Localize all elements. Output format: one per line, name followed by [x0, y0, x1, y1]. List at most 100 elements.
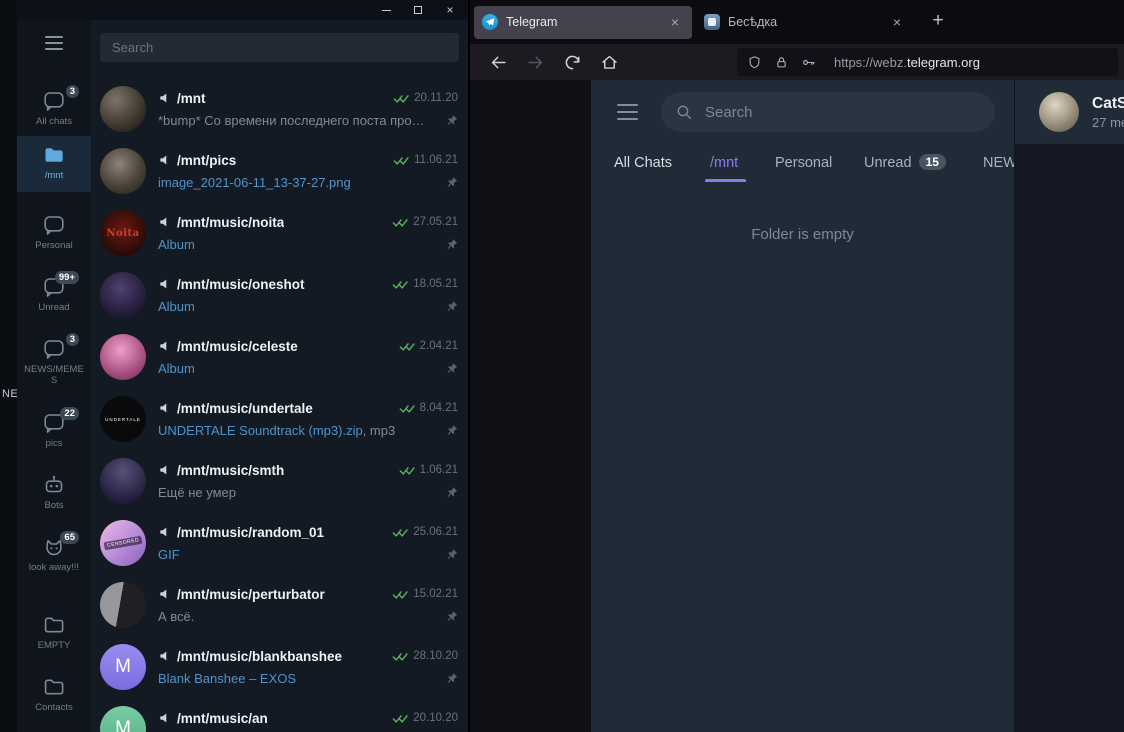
folder-outline-icon	[42, 675, 66, 699]
tab-close-icon[interactable]: ×	[666, 14, 684, 30]
web-tab-label: Unread	[864, 155, 912, 171]
unread-badge: 3	[66, 85, 79, 98]
channel-megaphone-icon	[158, 215, 172, 229]
browser-tab-besedka[interactable]: Бесѣдка ×	[696, 6, 914, 39]
pinned-icon	[445, 238, 458, 251]
pinned-icon	[445, 362, 458, 375]
telegram-favicon-icon	[482, 14, 498, 30]
chat-date: 18.05.21	[413, 278, 458, 290]
folder-tab-empty[interactable]: EMPTY	[17, 606, 91, 654]
tracking-shield-icon[interactable]	[747, 55, 762, 70]
folder-tab-all-chats[interactable]: 3 All chats	[17, 82, 91, 132]
chat-list-item[interactable]: /mnt/pics11.06.21 image_2021-06-11_13-37…	[91, 140, 468, 202]
minimize-button[interactable]	[378, 0, 394, 20]
folder-tab-pics[interactable]: 22 pics	[17, 404, 91, 452]
chat-list-item[interactable]: CENSORED /mnt/music/random_0125.06.21 GI…	[91, 512, 468, 574]
browser-tab-strip: Telegram × Бесѣдка × +	[470, 0, 1124, 44]
web-search-bar[interactable]	[661, 92, 995, 132]
folder-tab-mnt[interactable]: /mnt	[17, 136, 91, 192]
chat-list-item[interactable]: /mnt20.11.20 *bump* Со времени последнег…	[91, 78, 468, 140]
back-button[interactable]	[489, 53, 508, 72]
tab-close-icon[interactable]: ×	[888, 14, 906, 30]
read-double-check-icon	[392, 279, 409, 290]
pinned-icon	[445, 548, 458, 561]
read-double-check-icon	[392, 713, 409, 724]
search-input[interactable]	[100, 33, 459, 62]
titlebar[interactable]: ×	[17, 0, 468, 20]
chat-row-body: /mnt/music/random_01 25.06.21 GIF	[158, 523, 458, 564]
message-link: GIF	[158, 547, 180, 562]
web-search-input[interactable]	[705, 104, 981, 121]
web-menu-button[interactable]	[617, 104, 638, 120]
read-double-check-icon	[399, 341, 416, 352]
reload-button[interactable]	[563, 53, 582, 72]
pinned-icon	[445, 300, 458, 313]
chat-list-item[interactable]: /mnt/music/perturbator15.02.21 А всё.	[91, 574, 468, 636]
chat-row-body: /mnt/pics11.06.21 image_2021-06-11_13-37…	[158, 151, 458, 192]
folder-tab-bots[interactable]: Bots	[17, 466, 91, 514]
chat-row-body: /mnt/music/noita27.05.21 Album	[158, 213, 458, 254]
web-tab-mnt[interactable]: /mnt	[710, 155, 738, 171]
chat-list-item[interactable]: /mnt/music/oneshot18.05.21 Album	[91, 264, 468, 326]
hamburger-icon	[45, 42, 63, 44]
message-link: image_2021-06-11_13-37-27.png	[158, 175, 351, 190]
chat-list-item[interactable]: M /mnt/music/blankbanshee28.10.20 Blank …	[91, 636, 468, 698]
web-tab-unread[interactable]: Unread15	[864, 155, 946, 171]
channel-megaphone-icon	[158, 339, 172, 353]
pinned-icon	[445, 424, 458, 437]
browser-tab-telegram[interactable]: Telegram ×	[474, 6, 692, 39]
lock-icon[interactable]	[774, 55, 789, 70]
chat-list-item[interactable]: Noita /mnt/music/noita27.05.21 Album	[91, 202, 468, 264]
search-icon	[675, 103, 693, 121]
web-chat-header[interactable]: CatS 27 me	[1015, 80, 1124, 144]
new-tab-button[interactable]: +	[924, 8, 952, 36]
channel-megaphone-icon	[158, 153, 172, 167]
folder-tab-news-memes[interactable]: 3 NEWS/MEMES	[17, 330, 91, 392]
menu-button[interactable]	[45, 36, 63, 50]
avatar-caption: Noita	[106, 228, 139, 239]
channel-megaphone-icon	[158, 649, 172, 663]
folder-tab-contacts[interactable]: Contacts	[17, 668, 91, 716]
empty-folder-message: Folder is empty	[591, 226, 1014, 243]
folder-tab-look-away[interactable]: 65 look away!!!	[17, 528, 91, 590]
folder-outline-icon	[42, 613, 66, 637]
maximize-button[interactable]	[410, 0, 426, 20]
chat-title: /mnt/music/celeste	[177, 339, 298, 354]
web-folder-tabs: All Chats /mnt Personal Unread15 NEWS	[591, 146, 1014, 184]
chat-list-item[interactable]: /mnt/music/celeste2.04.21 Album	[91, 326, 468, 388]
web-tab-all-chats[interactable]: All Chats	[614, 155, 672, 171]
hamburger-icon	[617, 104, 638, 106]
message-text: *bump* Со времени последнего поста про…	[158, 113, 425, 128]
forward-button[interactable]	[526, 53, 545, 72]
web-tab-personal[interactable]: Personal	[775, 155, 832, 171]
home-button[interactable]	[600, 53, 619, 72]
chat-list-item[interactable]: M /mnt/music/an20.10.20	[91, 698, 468, 732]
chat-list-item[interactable]: /mnt/music/smth1.06.21 Ещё не умер	[91, 450, 468, 512]
chat-row-body: /mnt/music/blankbanshee28.10.20 Blank Ba…	[158, 647, 458, 688]
address-bar[interactable]: https://webz.telegram.org	[737, 48, 1118, 76]
close-button[interactable]: ×	[442, 0, 458, 20]
url-domain: telegram.org	[907, 55, 980, 70]
page-left-gap	[470, 80, 591, 732]
read-double-check-icon	[393, 93, 410, 104]
chat-title: /mnt/music/undertale	[177, 401, 313, 416]
chat-title: /mnt/music/blankbanshee	[177, 649, 342, 664]
chat-list-item[interactable]: UNDERTALE /mnt/music/undertale8.04.21 UN…	[91, 388, 468, 450]
message-text: , mp3	[363, 423, 396, 438]
folder-tab-unread[interactable]: 99+ Unread	[17, 268, 91, 316]
chat-date: 25.06.21	[413, 526, 458, 538]
key-icon[interactable]	[801, 55, 816, 70]
channel-megaphone-icon	[158, 587, 172, 601]
chat-title: /mnt/music/random_01	[177, 525, 324, 540]
read-double-check-icon	[393, 155, 410, 166]
paper-plane-icon	[485, 17, 495, 27]
avatar-letter: M	[115, 656, 131, 678]
chat-avatar	[1039, 92, 1079, 132]
web-chat-list-panel: All Chats /mnt Personal Unread15 NEWS Fo…	[591, 80, 1014, 732]
web-tab-news[interactable]: NEWS	[983, 155, 1014, 171]
channel-megaphone-icon	[158, 463, 172, 477]
chat-avatar	[100, 582, 146, 628]
folder-tab-personal[interactable]: Personal	[17, 206, 91, 254]
hamburger-icon	[45, 48, 63, 50]
channel-megaphone-icon	[158, 91, 172, 105]
